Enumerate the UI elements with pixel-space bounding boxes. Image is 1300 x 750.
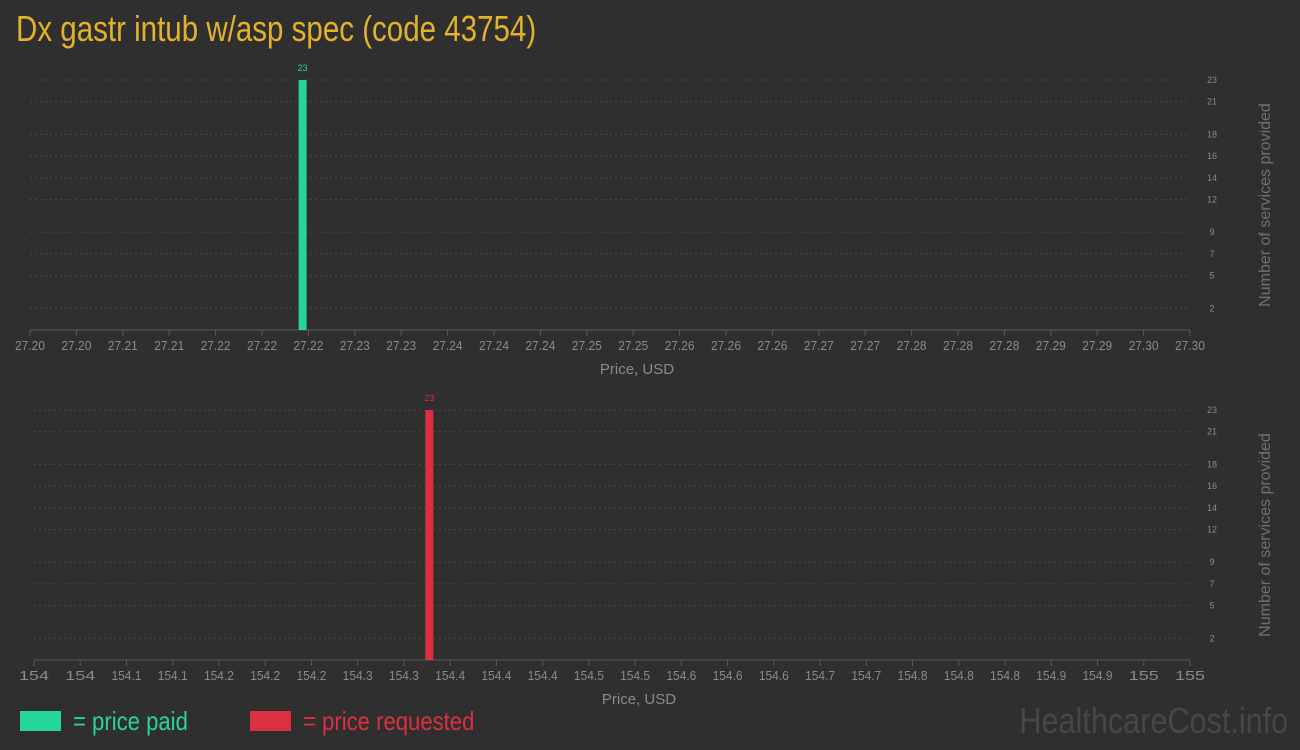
x-tick-label: 154 <box>65 668 95 683</box>
x-tick-label: 154.6 <box>666 668 696 683</box>
legend-swatch-paid <box>20 711 61 731</box>
y-tick-label: 16 <box>1207 481 1217 491</box>
watermark: HealthcareCost.info <box>1019 700 1288 741</box>
x-tick-label: 27.24 <box>433 338 463 353</box>
y-tick-label: 2 <box>1209 633 1214 643</box>
x-tick-label: 154.3 <box>389 668 419 683</box>
x-tick-label: 27.25 <box>618 338 648 353</box>
y-tick-label: 7 <box>1209 579 1214 589</box>
x-tick-label: 27.26 <box>711 338 741 353</box>
x-tick-label: 154.2 <box>204 668 234 683</box>
bar <box>425 410 434 660</box>
x-tick-label: 154 <box>19 668 49 683</box>
x-tick-label: 154.1 <box>111 668 141 683</box>
y-tick-label: 23 <box>1207 405 1217 415</box>
y-tick-label: 23 <box>1207 75 1217 85</box>
y-tick-label: 21 <box>1207 427 1217 437</box>
x-tick-label: 27.28 <box>989 338 1019 353</box>
y-tick-label: 5 <box>1209 601 1214 611</box>
x-tick-label: 154.5 <box>574 668 604 683</box>
x-tick-label: 27.28 <box>943 338 973 353</box>
x-tick-label: 27.30 <box>1129 338 1159 353</box>
bar-value-label: 23 <box>424 393 434 403</box>
x-tick-label: 154.6 <box>759 668 789 683</box>
x-tick-label: 154.2 <box>296 668 326 683</box>
charts-area: 2 5 7 9 12 14 16 18 21 23 27.20 27.20 27.21 27.21 27.2… <box>15 63 1274 708</box>
x-tick-label: 154.4 <box>435 668 465 683</box>
y-tick-label: 18 <box>1207 129 1217 139</box>
x-tick-label: 154.5 <box>620 668 650 683</box>
x-tick-label: 154.6 <box>713 668 743 683</box>
y-tick-label: 18 <box>1207 459 1217 469</box>
x-tick-label: 27.21 <box>108 338 138 353</box>
x-tick-label: 154.9 <box>1083 668 1113 683</box>
x-tick-label: 154.4 <box>528 668 558 683</box>
x-tick-label: 154.8 <box>990 668 1020 683</box>
legend-label-requested: = price requested <box>303 705 475 736</box>
y-tick-label: 2 <box>1209 303 1214 313</box>
y-tick-label: 14 <box>1207 173 1217 183</box>
x-tick-label: 27.24 <box>479 338 509 353</box>
y-tick-label: 5 <box>1209 271 1214 281</box>
x-tick-label: 27.22 <box>293 338 323 353</box>
legend-price-requested: = price requested <box>250 705 505 737</box>
x-tick-label: 155 <box>1175 668 1205 683</box>
x-tick-label: 154.7 <box>805 668 835 683</box>
x-tick-label: 27.29 <box>1082 338 1112 353</box>
x-tick-label: 27.22 <box>247 338 277 353</box>
x-tick-label: 154.2 <box>250 668 280 683</box>
y-tick-label: 7 <box>1209 249 1214 259</box>
x-tick-label: 27.22 <box>201 338 231 353</box>
legend-label-paid: = price paid <box>73 705 188 736</box>
y-tick-label: 16 <box>1207 151 1217 161</box>
x-tick-label: 27.23 <box>340 338 370 353</box>
x-tick-label: 27.26 <box>665 338 695 353</box>
y-tick-label: 9 <box>1209 557 1214 567</box>
x-axis-label: Price, USD <box>602 691 676 708</box>
y-tick-label: 9 <box>1209 227 1214 237</box>
x-tick-label: 154.1 <box>158 668 188 683</box>
x-tick-label: 154.8 <box>944 668 974 683</box>
legend-price-paid: = price paid <box>20 705 208 737</box>
chart-price-paid: 2 5 7 9 12 14 16 18 21 23 27.20 27.20 27.21 27.21 27.2… <box>15 63 1274 378</box>
x-tick-label: 27.20 <box>15 338 45 353</box>
y-axis-label: Number of services provided <box>1257 103 1274 307</box>
x-tick-label: 27.25 <box>572 338 602 353</box>
x-tick-label: 154.7 <box>851 668 881 683</box>
x-axis-label: Price, USD <box>600 361 674 378</box>
x-tick-label: 154.4 <box>481 668 511 683</box>
bar-value-label: 23 <box>298 63 308 73</box>
x-tick-label: 27.30 <box>1175 338 1205 353</box>
y-axis-label: Number of services provided <box>1257 433 1274 637</box>
x-tick-label: 27.29 <box>1036 338 1066 353</box>
y-tick-label: 12 <box>1207 525 1217 535</box>
y-tick-label: 12 <box>1207 195 1217 205</box>
x-tick-label: 154.3 <box>343 668 373 683</box>
x-tick-label: 155 <box>1129 668 1159 683</box>
x-tick-label: 27.23 <box>386 338 416 353</box>
chart-price-requested: 2 5 7 9 12 14 16 18 21 23 154 154 154.1 154.1 154.2 154… <box>19 393 1274 708</box>
x-tick-label: 154.8 <box>898 668 928 683</box>
y-tick-label: 14 <box>1207 503 1217 513</box>
y-tick-label: 21 <box>1207 97 1217 107</box>
x-tick-label: 27.20 <box>61 338 91 353</box>
x-tick-label: 27.27 <box>804 338 834 353</box>
bar <box>298 80 307 330</box>
x-tick-label: 27.24 <box>525 338 555 353</box>
x-tick-label: 27.26 <box>757 338 787 353</box>
x-tick-label: 27.27 <box>850 338 880 353</box>
x-tick-label: 27.28 <box>897 338 927 353</box>
x-tick-label: 27.21 <box>154 338 184 353</box>
legend-swatch-requested <box>250 711 291 731</box>
x-tick-label: 154.9 <box>1036 668 1066 683</box>
